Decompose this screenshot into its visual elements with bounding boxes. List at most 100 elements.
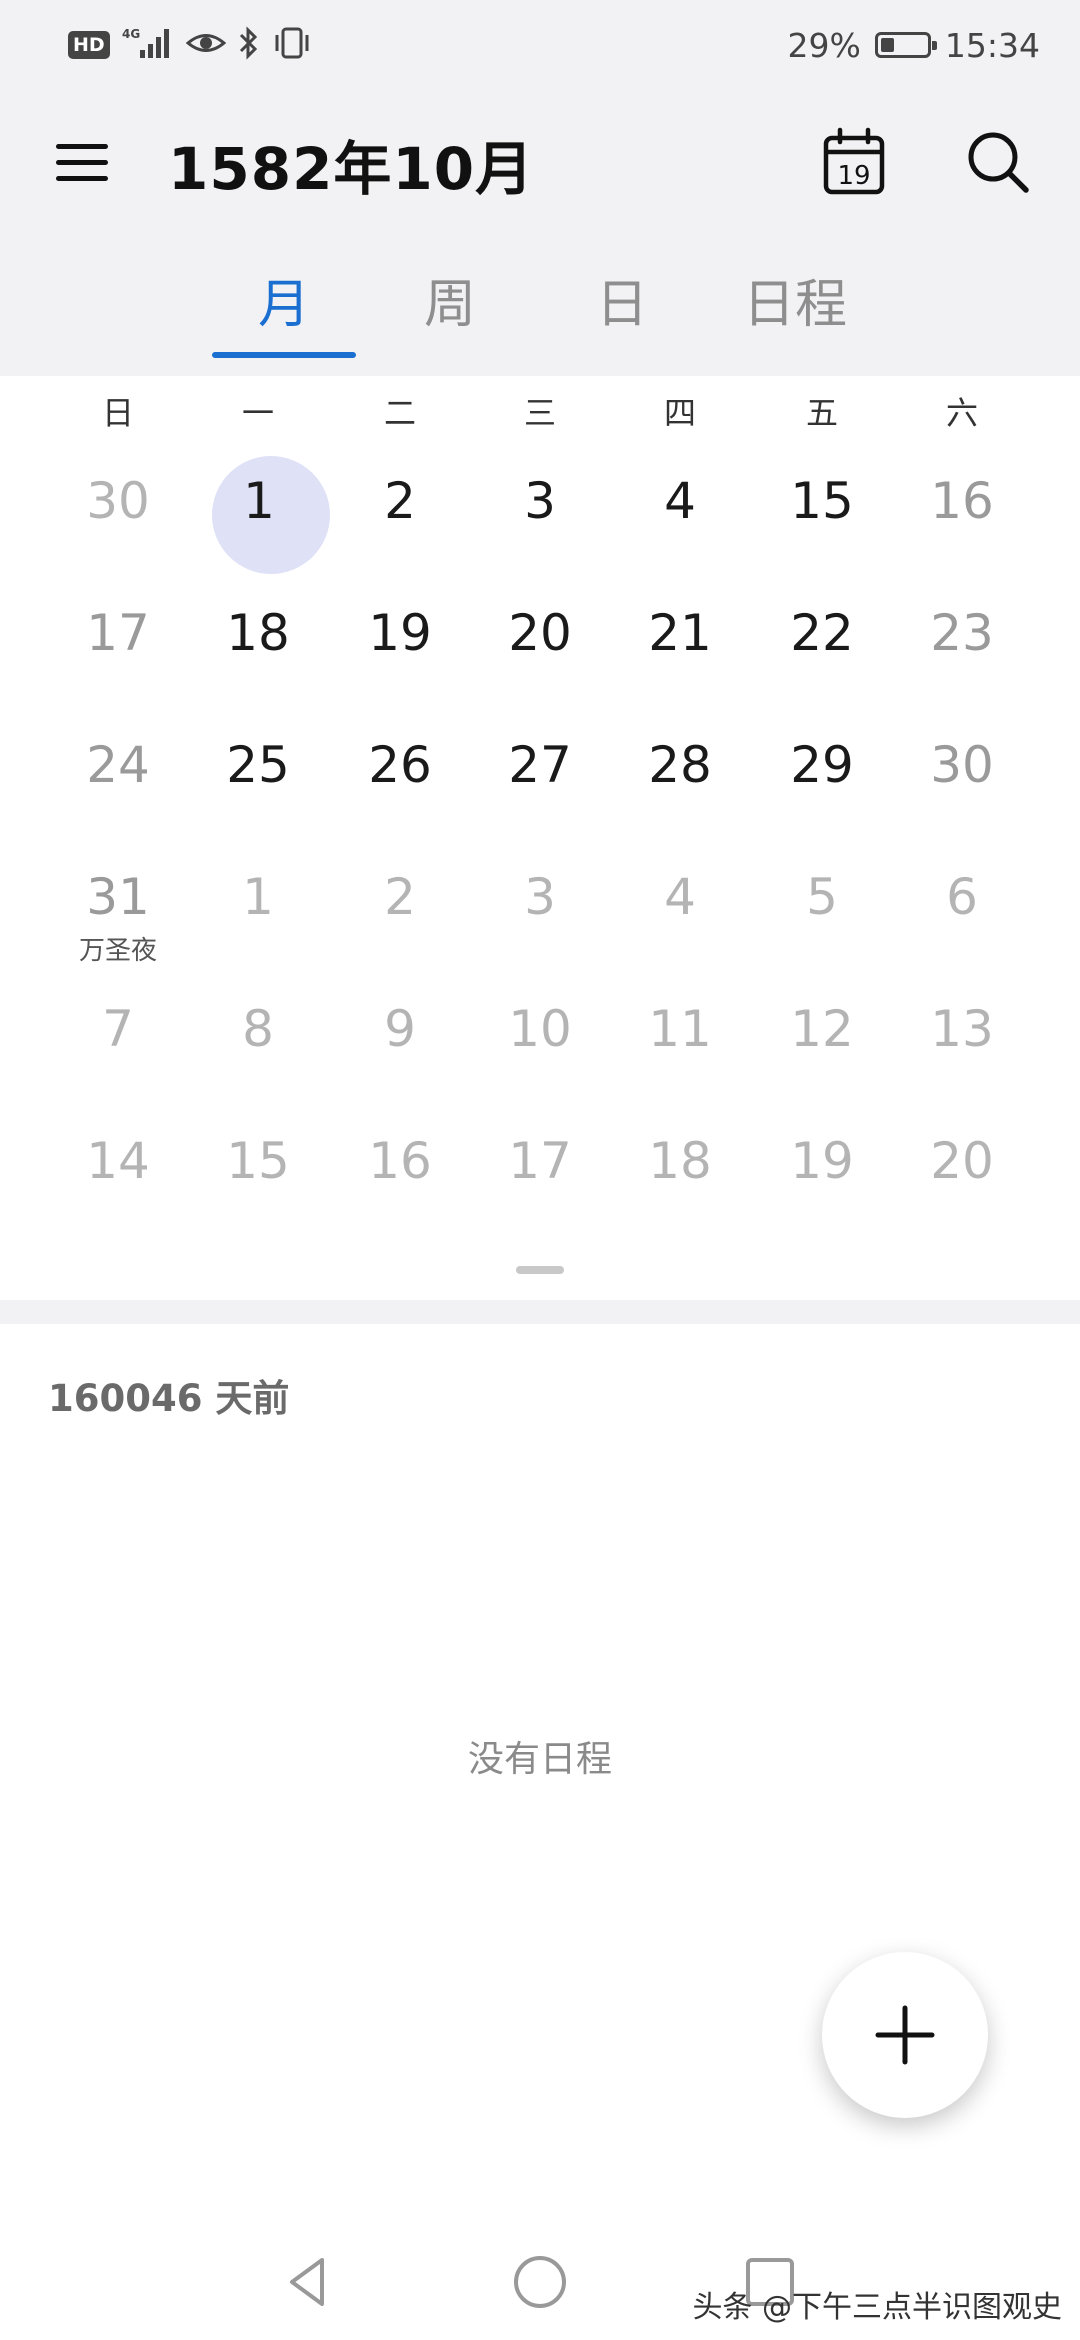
day-cell[interactable]: 6	[892, 848, 1032, 980]
weekday-fri: 五	[805, 394, 838, 432]
day-number: 24	[86, 736, 150, 794]
day-number: 17	[86, 604, 150, 662]
day-number: 4	[664, 472, 696, 530]
status-bar: HD 4G 29% 15:34	[0, 0, 1080, 92]
day-cell[interactable]: 20	[892, 1112, 1032, 1244]
day-cell[interactable]: 30	[892, 716, 1032, 848]
day-cell[interactable]: 1	[188, 848, 328, 980]
day-number: 20	[508, 604, 572, 662]
day-number: 18	[226, 604, 290, 662]
day-cell[interactable]: 15	[752, 452, 892, 584]
day-cell[interactable]: 3	[470, 452, 610, 584]
drag-handle[interactable]	[516, 1266, 564, 1274]
today-calendar-icon[interactable]: 19	[818, 126, 890, 198]
day-number: 31	[86, 868, 150, 926]
day-number: 17	[508, 1132, 572, 1190]
active-tab-indicator	[212, 352, 356, 358]
bluetooth-icon	[238, 26, 260, 64]
page-title[interactable]: 1582年10月	[168, 122, 534, 206]
day-cell[interactable]: 10	[470, 980, 610, 1112]
day-cell[interactable]: 2	[330, 452, 470, 584]
home-icon[interactable]	[508, 2250, 572, 2314]
search-icon[interactable]	[962, 126, 1034, 198]
day-cell[interactable]: 11	[610, 980, 750, 1112]
day-number: 26	[368, 736, 432, 794]
tab-week[interactable]: 周	[380, 262, 520, 358]
watermark: 头条 @下午三点半识图观史	[692, 2290, 1062, 2325]
day-number: 7	[102, 1000, 134, 1058]
day-number: 11	[648, 1000, 712, 1058]
menu-icon[interactable]	[52, 130, 116, 194]
weekday-sat: 六	[945, 394, 978, 432]
day-cell[interactable]: 21	[610, 584, 750, 716]
day-cell[interactable]: 4	[610, 452, 750, 584]
back-icon[interactable]	[278, 2250, 342, 2314]
day-cell[interactable]: 26	[330, 716, 470, 848]
hd-icon: HD	[68, 31, 110, 59]
day-number: 1	[243, 472, 275, 530]
app-bar: 1582年10月 19	[0, 100, 1080, 230]
day-number: 20	[930, 1132, 994, 1190]
day-number: 27	[508, 736, 572, 794]
tab-month[interactable]: 月	[212, 262, 356, 358]
day-number: 8	[242, 1000, 274, 1058]
day-cell[interactable]: 23	[892, 584, 1032, 716]
clock: 15:34	[944, 25, 1040, 65]
day-cell[interactable]: 2	[330, 848, 470, 980]
day-number: 16	[368, 1132, 432, 1190]
plus-icon	[875, 2005, 935, 2065]
svg-text:19: 19	[837, 161, 870, 191]
day-cell[interactable]: 7	[48, 980, 188, 1112]
day-number: 9	[384, 1000, 416, 1058]
day-cell[interactable]: 25	[188, 716, 328, 848]
day-cell[interactable]: 18	[188, 584, 328, 716]
day-cell[interactable]: 20	[470, 584, 610, 716]
day-number: 22	[790, 604, 854, 662]
day-cell[interactable]: 8	[188, 980, 328, 1112]
day-cell[interactable]: 5	[752, 848, 892, 980]
day-number: 3	[524, 472, 556, 530]
weekday-sun: 日	[101, 394, 134, 432]
empty-agenda-text: 没有日程	[467, 1739, 612, 1780]
day-cell[interactable]: 16	[330, 1112, 470, 1244]
day-number: 21	[648, 604, 712, 662]
day-cell[interactable]: 14	[48, 1112, 188, 1244]
day-number: 25	[226, 736, 290, 794]
holiday-label: 万圣夜	[78, 936, 157, 966]
day-cell[interactable]: 9	[330, 980, 470, 1112]
day-cell[interactable]: 13	[892, 980, 1032, 1112]
day-number: 14	[86, 1132, 150, 1190]
selected-day-cell[interactable]: 1	[188, 452, 330, 584]
day-cell[interactable]: 15	[188, 1112, 328, 1244]
weekday-thu: 四	[663, 394, 696, 432]
add-event-button[interactable]	[822, 1952, 988, 2118]
day-cell[interactable]: 27	[470, 716, 610, 848]
day-cell[interactable]: 31 万圣夜	[48, 848, 188, 980]
day-number: 12	[790, 1000, 854, 1058]
day-number: 15	[226, 1132, 290, 1190]
days-ago-label: 160046 天前	[48, 1377, 290, 1420]
day-number: 4	[664, 868, 696, 926]
tab-day[interactable]: 日	[552, 262, 692, 358]
day-cell[interactable]: 16	[892, 452, 1032, 584]
day-number: 1	[242, 868, 274, 926]
day-cell[interactable]: 18	[610, 1112, 750, 1244]
day-cell[interactable]: 22	[752, 584, 892, 716]
battery-percent: 29%	[787, 25, 861, 65]
day-cell[interactable]: 29	[752, 716, 892, 848]
day-number: 2	[384, 472, 416, 530]
day-cell[interactable]: 24	[48, 716, 188, 848]
day-number: 19	[790, 1132, 854, 1190]
day-cell[interactable]: 12	[752, 980, 892, 1112]
day-cell[interactable]: 3	[470, 848, 610, 980]
day-cell[interactable]: 17	[470, 1112, 610, 1244]
day-cell[interactable]: 19	[330, 584, 470, 716]
day-cell[interactable]: 4	[610, 848, 750, 980]
day-cell[interactable]: 19	[752, 1112, 892, 1244]
day-cell[interactable]: 30	[48, 452, 188, 584]
day-cell[interactable]: 28	[610, 716, 750, 848]
tab-agenda[interactable]: 日程	[720, 262, 870, 358]
day-number: 23	[930, 604, 994, 662]
day-cell[interactable]: 17	[48, 584, 188, 716]
status-icons-left: HD 4G	[68, 22, 312, 68]
